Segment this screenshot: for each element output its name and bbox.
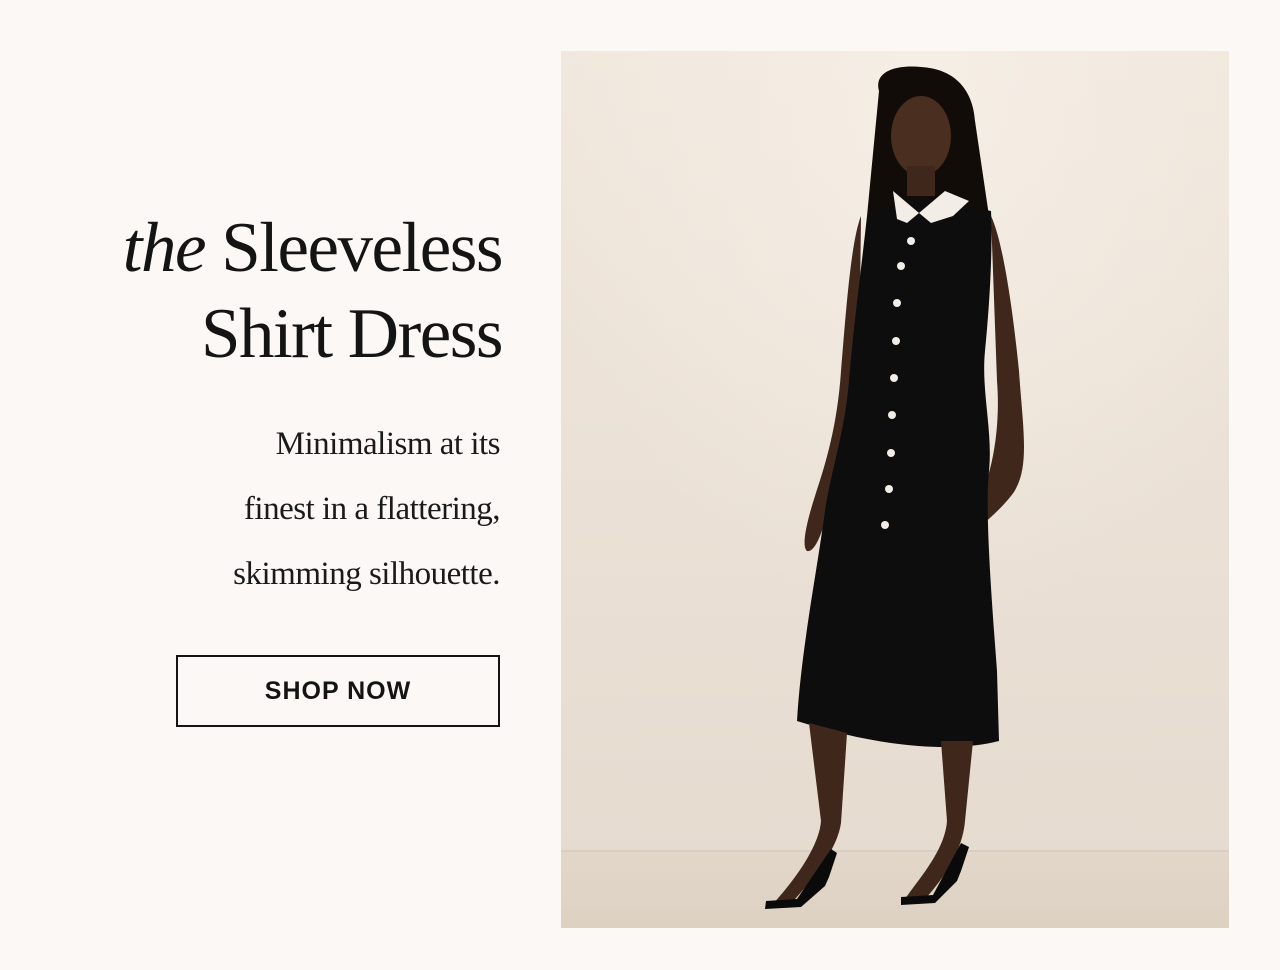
headline-word: Sleeveless [221, 209, 503, 287]
promo-banner: the Sleeveless Shirt Dress Minimalism at… [0, 0, 1280, 970]
product-photo[interactable] [561, 51, 1229, 928]
model-illustration [561, 51, 1229, 928]
studio-floor [561, 851, 1229, 928]
headline-block: the Sleeveless Shirt Dress [40, 205, 504, 377]
description-line: finest in a flattering, [243, 491, 501, 527]
headline-lead: the [122, 209, 207, 287]
description-line: Minimalism at its [275, 426, 501, 462]
headline-line-2: Shirt Dress [200, 295, 504, 373]
headline: the Sleeveless Shirt Dress [40, 205, 504, 377]
description-line: skimming silhouette. [233, 556, 500, 592]
description: Minimalism at its finest in a flattering… [150, 412, 500, 607]
face [891, 96, 951, 176]
shop-now-button[interactable]: SHOP NOW [176, 655, 500, 727]
